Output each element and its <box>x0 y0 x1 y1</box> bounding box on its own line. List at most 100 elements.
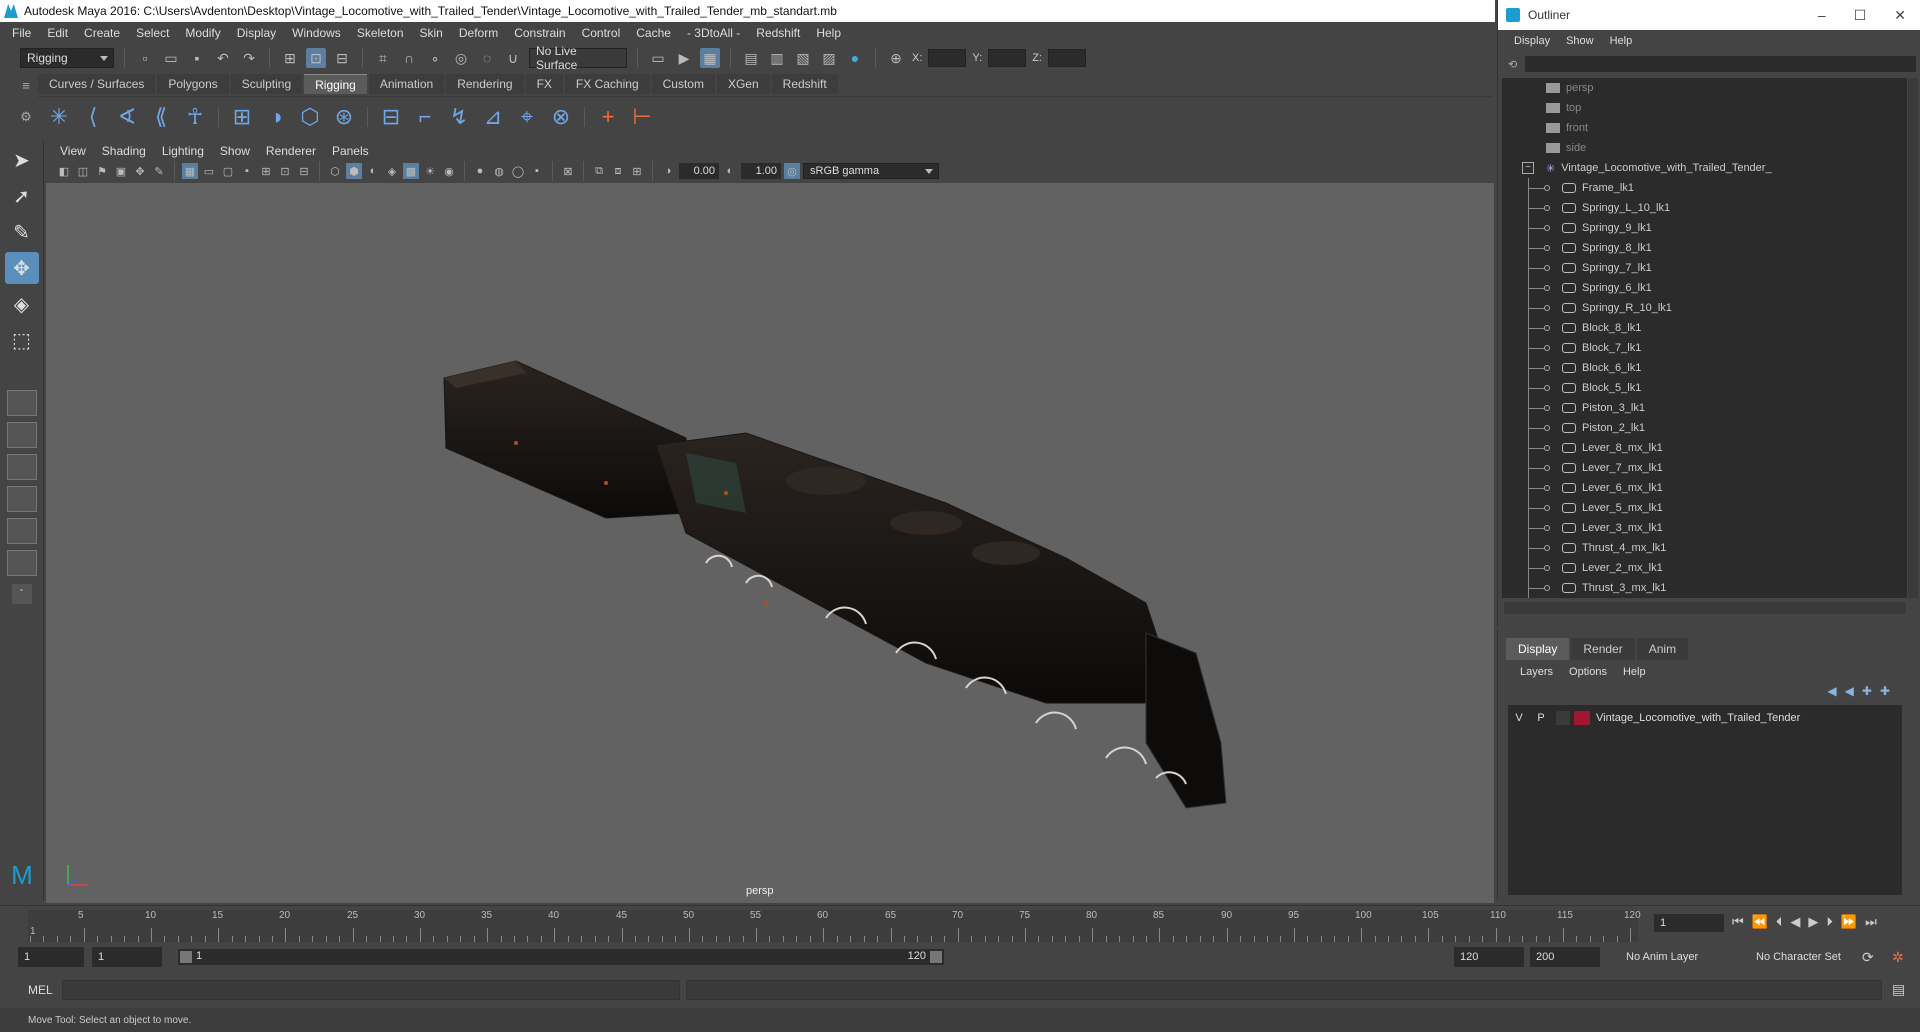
transform-mode-icon[interactable]: ⊕ <box>886 48 906 68</box>
character-set-dropdown[interactable]: No Character Set <box>1750 947 1872 967</box>
shelf-tab-curves-surfaces[interactable]: Curves / Surfaces <box>38 74 156 94</box>
shelf-tab-custom[interactable]: Custom <box>651 74 715 94</box>
expand-dot-icon[interactable] <box>1544 485 1550 491</box>
menu-3dtoall[interactable]: - 3DtoAll - <box>679 26 748 40</box>
outliner-camera-persp[interactable]: persp <box>1502 78 1907 98</box>
expand-dot-icon[interactable] <box>1544 265 1550 271</box>
layer-menu-options[interactable]: Options <box>1561 666 1615 678</box>
open-scene-icon[interactable]: ▭ <box>161 48 181 68</box>
expand-dot-icon[interactable] <box>1544 225 1550 231</box>
isolate-select-icon[interactable]: ⊠ <box>560 163 576 179</box>
search-options-icon[interactable]: ⟲ <box>1508 58 1517 71</box>
mel-label[interactable]: MEL <box>28 983 53 997</box>
snap-view-icon[interactable]: ◎ <box>451 48 471 68</box>
exposure-field[interactable]: 0.00 <box>679 163 719 179</box>
step-back-key-icon[interactable]: ⏴ <box>1776 914 1783 930</box>
select-tool-icon[interactable]: ➤ <box>5 144 39 176</box>
joint-tool-icon[interactable]: ✳ <box>44 102 74 132</box>
camera-select-icon[interactable]: ◧ <box>56 163 72 179</box>
time-slider-track[interactable]: 1 5 10 15 20 25 30 35 40 45 50 55 60 65 70 75 80 85 90 95 10… <box>28 910 1641 942</box>
outliner-root-node[interactable]: − ✳ Vintage_Locomotive_with_Trailed_Tender… <box>1502 158 1907 178</box>
new-scene-icon[interactable]: ▫ <box>135 48 155 68</box>
image-plane-icon[interactable]: ▣ <box>113 163 129 179</box>
outliner-tree[interactable]: persp top front side − ✳ Vintage_Locomotiv… <box>1502 78 1907 598</box>
persp-outliner-layout-icon[interactable] <box>6 454 37 480</box>
outliner-item[interactable]: Block_7_lk1 <box>1502 338 1907 358</box>
outliner-item[interactable]: Lever_8_mx_lk1 <box>1502 438 1907 458</box>
wireframe-on-shaded-icon[interactable]: ◈ <box>384 163 400 179</box>
input-ops-icon[interactable]: ▭ <box>648 48 668 68</box>
shelf-tab-rigging[interactable]: Rigging <box>304 74 367 94</box>
outliner-item[interactable]: Block_6_lk1 <box>1502 358 1907 378</box>
snap-grid-icon[interactable]: ⌗ <box>373 48 393 68</box>
panel-menu-show[interactable]: Show <box>212 144 258 158</box>
play-backward-icon[interactable]: ◀ <box>1790 914 1800 930</box>
menu-skeleton[interactable]: Skeleton <box>349 26 412 40</box>
textured-icon[interactable]: ▩ <box>403 163 419 179</box>
orient-constraint-icon[interactable]: ⊿ <box>478 102 508 132</box>
render-settings-icon[interactable]: ▨ <box>819 48 839 68</box>
outliner-camera-front[interactable]: front <box>1502 118 1907 138</box>
auto-key-icon[interactable]: ⟳ <box>1862 949 1874 966</box>
menu-edit[interactable]: Edit <box>39 26 76 40</box>
outliner-item[interactable]: Frame_lk1 <box>1502 178 1907 198</box>
range-end-handle[interactable] <box>930 951 942 963</box>
shelf-settings-icon[interactable]: ⚙ <box>14 109 38 125</box>
paint-select-icon[interactable]: ✎ <box>5 216 39 248</box>
layer-menu-layers[interactable]: Layers <box>1512 666 1561 678</box>
outliner-item[interactable]: Lever_3_mx_lk1 <box>1502 518 1907 538</box>
select-object-icon[interactable]: ⊡ <box>306 48 326 68</box>
single-perspective-layout-icon[interactable] <box>6 390 37 416</box>
redo-icon[interactable]: ↷ <box>239 48 259 68</box>
expand-dot-icon[interactable] <box>1544 525 1550 531</box>
perspective-viewport[interactable]: persp <box>46 183 1494 903</box>
color-space-dropdown[interactable]: sRGB gamma <box>803 163 939 179</box>
lasso-tool-icon[interactable]: ➚ <box>5 180 39 212</box>
ipr-render-icon[interactable]: ▧ <box>793 48 813 68</box>
expand-dot-icon[interactable] <box>1544 205 1550 211</box>
outliner-item[interactable]: Springy_R_10_lk1 <box>1502 298 1907 318</box>
ambient-occlusion-icon[interactable]: ● <box>472 163 488 179</box>
outliner-search-input[interactable] <box>1525 56 1916 72</box>
x-field[interactable] <box>928 49 967 67</box>
wireframe-icon[interactable]: ⬡ <box>327 163 343 179</box>
ik-spline-icon[interactable]: ∢ <box>112 102 142 132</box>
expand-dot-icon[interactable] <box>1544 185 1550 191</box>
layer-color-swatch[interactable] <box>1574 711 1590 725</box>
bookmark-icon[interactable]: ⚑ <box>94 163 110 179</box>
rotate-tool-icon[interactable]: ◈ <box>5 288 39 320</box>
menu-display[interactable]: Display <box>229 26 284 40</box>
play-forward-icon[interactable]: ▶ <box>1808 914 1818 930</box>
z-field[interactable] <box>1047 49 1086 67</box>
grease-pencil-icon[interactable]: ✎ <box>151 163 167 179</box>
maximize-icon[interactable]: ☐ <box>1854 7 1867 24</box>
use-all-lights-icon[interactable]: ☀ <box>422 163 438 179</box>
layer-visibility-toggle[interactable]: V <box>1508 712 1530 724</box>
expand-dot-icon[interactable] <box>1544 465 1550 471</box>
layer-tab-render[interactable]: Render <box>1571 638 1635 660</box>
cluster-icon[interactable]: ⊞ <box>227 102 257 132</box>
menu-help[interactable]: Help <box>808 26 849 40</box>
expand-dot-icon[interactable] <box>1544 545 1550 551</box>
field-chart-icon[interactable]: ⊞ <box>258 163 274 179</box>
expand-dot-icon[interactable] <box>1544 285 1550 291</box>
layer-type-toggle[interactable] <box>1556 711 1570 725</box>
depth-of-field-icon[interactable]: ▪ <box>529 163 545 179</box>
outliner-item[interactable]: Block_8_lk1 <box>1502 318 1907 338</box>
outliner-item[interactable]: Piston_2_lk1 <box>1502 418 1907 438</box>
outliner-camera-top[interactable]: top <box>1502 98 1907 118</box>
menu-file[interactable]: File <box>4 26 39 40</box>
film-gate-icon[interactable]: ▭ <box>201 163 217 179</box>
move-layer-up-icon[interactable]: ◀ <box>1827 684 1836 698</box>
layer-row[interactable]: V P Vintage_Locomotive_with_Trailed_Tend… <box>1508 709 1902 727</box>
live-surface-field[interactable]: No Live Surface <box>529 44 627 72</box>
color-management-icon[interactable]: ◎ <box>784 163 800 179</box>
anti-aliasing-icon[interactable]: ◯ <box>510 163 526 179</box>
save-scene-icon[interactable]: ▪ <box>187 48 207 68</box>
xray-icon[interactable]: ⧉ <box>591 163 607 179</box>
four-view-layout-icon[interactable] <box>6 422 37 448</box>
outliner-vertical-scrollbar[interactable] <box>1908 78 1918 598</box>
script-editor-icon[interactable]: ▤ <box>1892 981 1905 998</box>
outliner-menu-display[interactable]: Display <box>1506 35 1558 47</box>
resolution-gate-icon[interactable]: ▢ <box>220 163 236 179</box>
